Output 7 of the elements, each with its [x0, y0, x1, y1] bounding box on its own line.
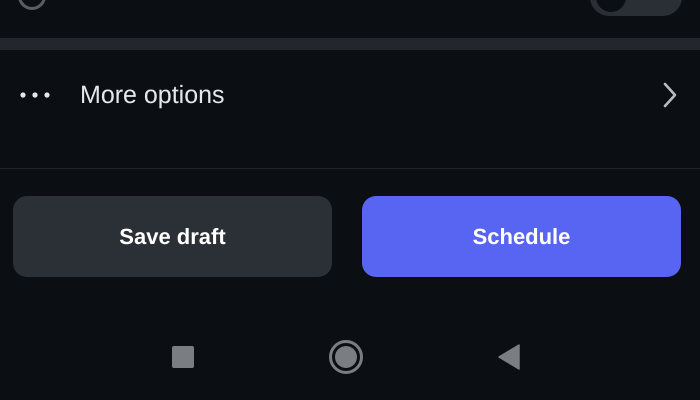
more-options-label[interactable]: More options	[80, 80, 662, 110]
schedule-button[interactable]: Schedule	[362, 196, 681, 277]
save-draft-button[interactable]: Save draft	[13, 196, 332, 277]
back-icon[interactable]	[498, 344, 520, 370]
home-icon[interactable]	[329, 340, 363, 374]
more-icon	[20, 92, 50, 98]
chevron-right-icon	[662, 81, 678, 109]
